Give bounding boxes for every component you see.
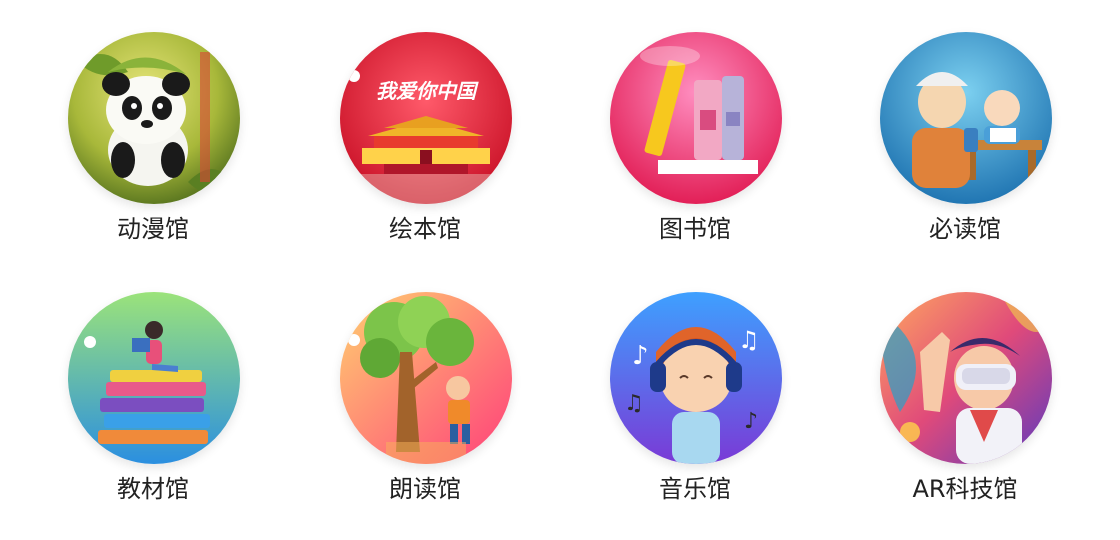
textbook-stack-icon (68, 292, 240, 464)
venue-tile-ar-tech[interactable]: AR科技馆 (870, 292, 1060, 532)
banner-text: 我爱你中国 (376, 79, 479, 103)
svg-text:♫: ♫ (738, 326, 760, 354)
teacher-child-icon (880, 32, 1052, 204)
svg-text:♪: ♪ (632, 341, 649, 371)
venue-tile-textbook[interactable]: 教材馆 (58, 292, 248, 532)
venue-tile-anime[interactable]: 动漫馆 (58, 32, 248, 272)
venue-tile-recitation[interactable]: 朗读馆 (330, 292, 520, 532)
panda-icon (68, 32, 240, 204)
music-headphones-icon: ♪ ♫ ♫ ♪ (610, 292, 782, 464)
venue-label: 动漫馆 (117, 215, 189, 243)
venue-label: 绘本馆 (389, 215, 461, 243)
venue-label: AR科技馆 (912, 475, 1018, 503)
venue-label: 教材馆 (117, 475, 189, 503)
venue-label: 音乐馆 (659, 475, 731, 503)
venue-tile-picture-book[interactable]: 我爱你中国 绘本馆 (330, 32, 520, 272)
venue-label: 朗读馆 (389, 475, 461, 503)
reading-tree-icon (340, 292, 512, 464)
venue-tile-required-reading[interactable]: 必读馆 (870, 32, 1060, 272)
venue-tile-music[interactable]: ♪ ♫ ♫ ♪ 音乐馆 (600, 292, 790, 532)
books-icon (610, 32, 782, 204)
svg-text:♫: ♫ (624, 391, 644, 416)
venue-tile-library[interactable]: 图书馆 (600, 32, 790, 272)
svg-text:♪: ♪ (744, 409, 758, 434)
venue-label: 必读馆 (929, 215, 1001, 243)
venue-label: 图书馆 (659, 215, 731, 243)
tiananmen-icon: 我爱你中国 (340, 32, 512, 204)
vr-headset-icon (880, 292, 1052, 464)
